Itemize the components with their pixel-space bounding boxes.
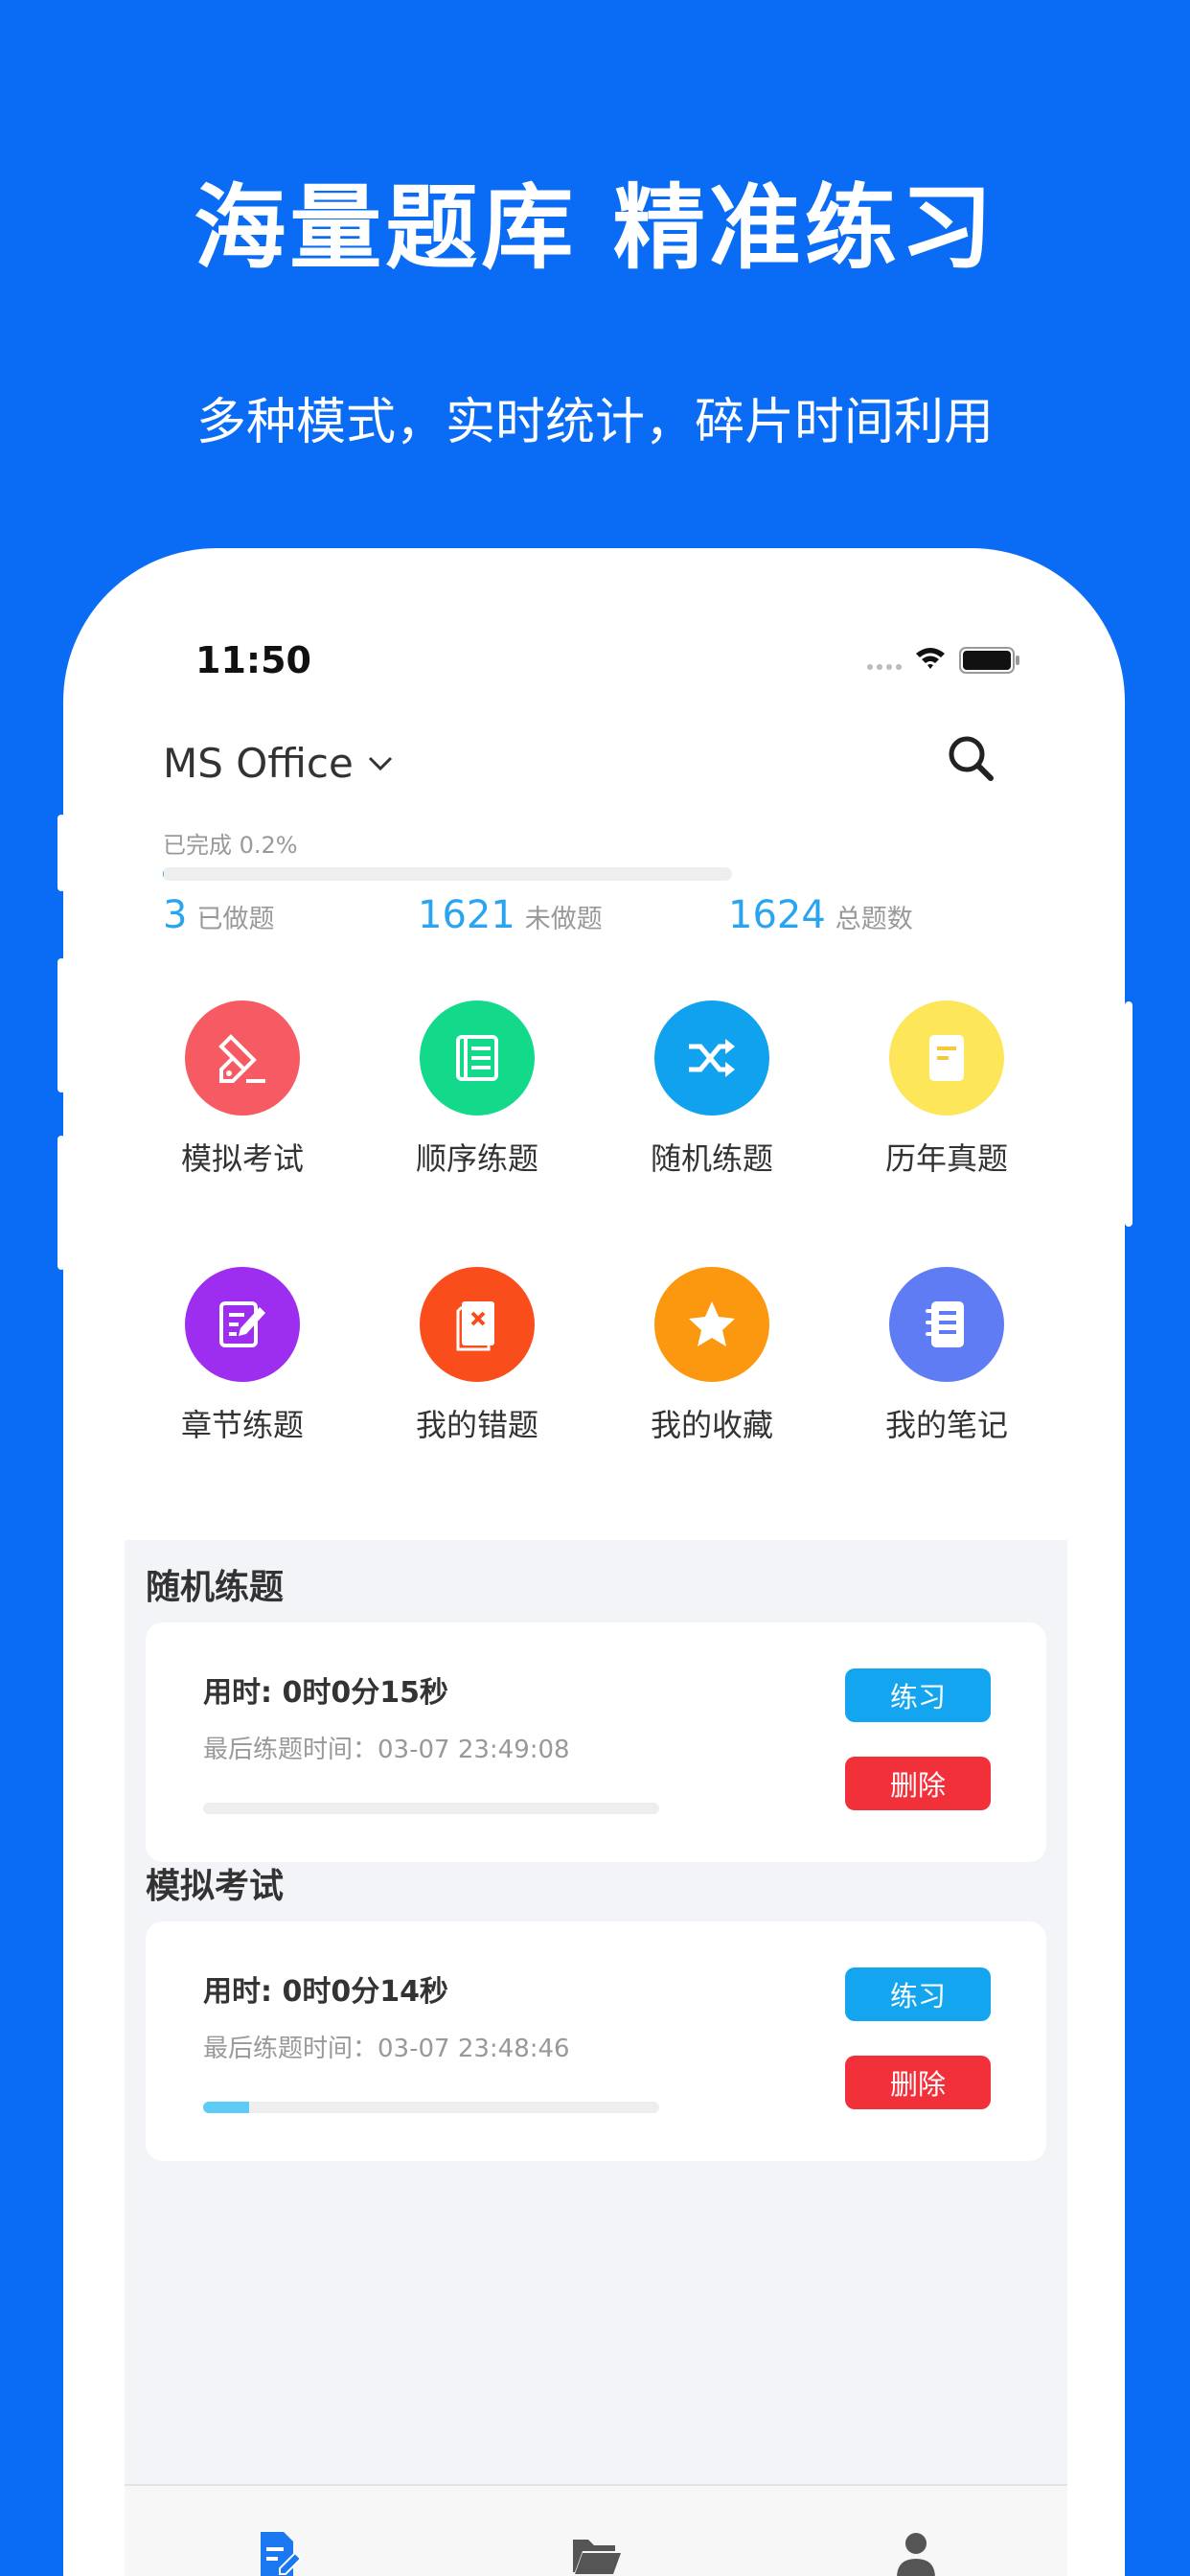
search-icon [949, 736, 994, 781]
module-label: 模拟考试 [180, 1140, 304, 1177]
search-button[interactable] [943, 730, 1000, 788]
record-last-time: 最后练题时间：03-07 23:49:08 [203, 1736, 570, 1764]
module-label: 我的笔记 [884, 1407, 1008, 1443]
tab-library[interactable] [567, 2526, 625, 2576]
module-sequential[interactable]: 顺序练题 [381, 1000, 573, 1179]
subject-selector[interactable]: MS Office [163, 740, 394, 787]
folder-icon [573, 2540, 621, 2574]
star-icon [689, 1301, 735, 1346]
stat-done: 3 已做题 [163, 893, 274, 937]
module-circle [185, 1267, 300, 1382]
module-label: 我的错题 [415, 1407, 538, 1443]
module-circle [420, 1267, 535, 1382]
stat-total-label: 总题数 [835, 905, 913, 934]
delete-button[interactable]: 删除 [845, 2056, 991, 2109]
stats-row: 3 已做题 1621 未做题 1624 总题数 [163, 893, 1025, 951]
user-icon [897, 2533, 935, 2576]
promo-subline: 多种模式，实时统计，碎片时间利用 [195, 394, 994, 451]
phone-screen: 11:50 MS Office 已完成 0.2% 3 已做题 1621 未做题 … [63, 548, 1125, 2576]
shuffle-icon [689, 1039, 735, 1077]
module-chapter[interactable]: 章节练题 [147, 1267, 338, 1445]
module-circle [889, 1000, 1004, 1116]
module-past-papers[interactable]: 历年真题 [851, 1000, 1042, 1179]
module-circle [654, 1000, 769, 1116]
module-label: 随机练题 [650, 1140, 773, 1177]
record-progress-bar [203, 2102, 659, 2113]
record-progress-bar [203, 1803, 659, 1814]
record-section-title: 模拟考试 [146, 1867, 285, 1906]
stat-total-value: 1624 [728, 893, 826, 937]
practice-doc-icon [261, 2532, 303, 2576]
record-progress-fill [203, 2102, 249, 2113]
tab-bar [125, 2484, 1067, 2576]
module-label: 我的收藏 [650, 1407, 773, 1443]
stat-undone-value: 1621 [418, 893, 515, 937]
practice-records: 随机练题 用时: 0时0分15秒 最后练题时间：03-07 23:49:08 练… [125, 1540, 1067, 2576]
module-label: 章节练题 [180, 1407, 304, 1443]
module-circle [889, 1267, 1004, 1382]
module-favorites[interactable]: 我的收藏 [616, 1267, 808, 1445]
stat-done-label: 已做题 [196, 905, 275, 934]
overall-progress-bar [163, 867, 732, 881]
status-icons [866, 644, 1029, 677]
record-last-time: 最后练题时间：03-07 23:48:46 [203, 2035, 570, 2063]
practice-button[interactable]: 练习 [845, 1668, 991, 1722]
overall-progress-fill [163, 867, 165, 881]
module-circle [420, 1000, 535, 1116]
record-time-used: 用时: 0时0分14秒 [203, 1975, 448, 2009]
pen-nib-icon [218, 1034, 265, 1083]
module-wrong-questions[interactable]: 我的错题 [381, 1267, 573, 1445]
promo-headline: 海量题库 精准练习 [194, 174, 996, 282]
record-card: 用时: 0时0分15秒 最后练题时间：03-07 23:49:08 练习 删除 [146, 1622, 1046, 1862]
subject-name: MS Office [163, 740, 354, 787]
progress-label: 已完成 0.2% [163, 832, 298, 859]
module-random[interactable]: 随机练题 [616, 1000, 808, 1179]
record-time-used: 用时: 0时0分15秒 [203, 1676, 448, 1710]
edit-icon [219, 1301, 265, 1347]
stat-total: 1624 总题数 [728, 893, 913, 937]
tab-practice[interactable] [249, 2526, 307, 2576]
status-time: 11:50 [195, 639, 311, 681]
phone-power-button [1125, 1001, 1133, 1227]
stat-undone-label: 未做题 [524, 905, 603, 934]
wrong-book-icon [456, 1301, 494, 1351]
practice-button[interactable]: 练习 [845, 1967, 991, 2021]
signal-wifi-battery-icon [867, 647, 1019, 674]
record-section-title: 随机练题 [146, 1568, 285, 1607]
stat-undone: 1621 未做题 [418, 893, 603, 937]
module-label: 历年真题 [884, 1140, 1008, 1177]
delete-button[interactable]: 删除 [845, 1757, 991, 1810]
module-notes[interactable]: 我的笔记 [851, 1267, 1042, 1445]
record-card: 用时: 0时0分14秒 最后练题时间：03-07 23:48:46 练习 删除 [146, 1921, 1046, 2161]
module-mock-exam[interactable]: 模拟考试 [147, 1000, 338, 1179]
stat-done-value: 3 [163, 893, 188, 937]
paper-icon [929, 1035, 964, 1081]
chevron-down-icon [368, 756, 392, 770]
list-icon [456, 1035, 498, 1081]
module-circle [654, 1267, 769, 1382]
module-label: 顺序练题 [415, 1140, 538, 1177]
notebook-icon [926, 1301, 964, 1347]
module-circle [185, 1000, 300, 1116]
tab-profile[interactable] [887, 2526, 945, 2576]
